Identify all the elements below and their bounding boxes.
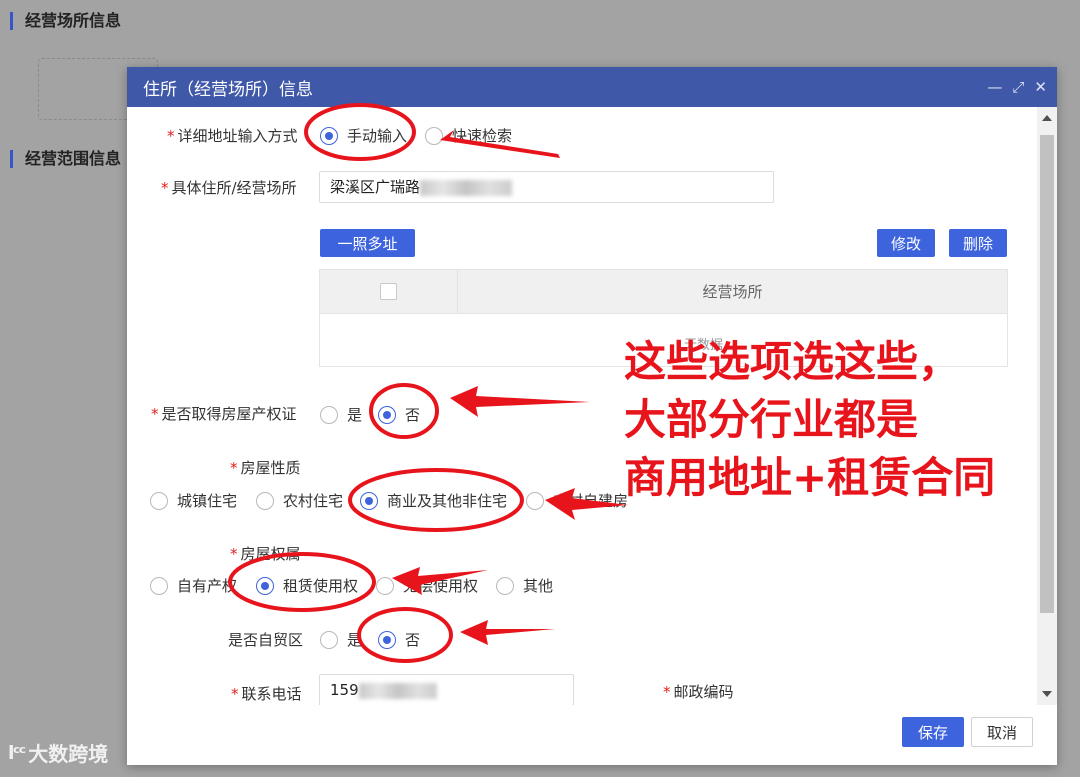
dialog-window-controls: — ⤢ ✕ xyxy=(987,77,1047,97)
radio-checked-icon xyxy=(378,630,396,649)
annotation-line-3: 商用地址+租赁合同 xyxy=(624,453,996,502)
save-button[interactable]: 保存 xyxy=(902,717,964,747)
radio-unchecked-icon xyxy=(256,491,274,510)
radio-quick-search[interactable]: 快速检索 xyxy=(425,125,512,146)
radio-property-cert-yes[interactable]: 是 xyxy=(320,404,362,425)
minimize-icon[interactable]: — xyxy=(987,77,1002,97)
annotation-line-1: 这些选项选这些， xyxy=(624,337,961,386)
section-title-business-scope: 经营范围信息 xyxy=(10,150,121,168)
dialog-header: 住所（经营场所）信息 xyxy=(127,67,1057,107)
radio-unchecked-icon xyxy=(496,576,514,595)
annotation-text: 这些选项选这些， 大部分行业都是 商用地址+租赁合同 xyxy=(624,333,995,507)
table-header: 经营场所 xyxy=(320,270,1007,314)
radio-unchecked-icon xyxy=(150,576,168,595)
radio-unchecked-icon xyxy=(150,491,168,510)
close-icon[interactable]: ✕ xyxy=(1034,77,1047,97)
radio-unchecked-icon xyxy=(425,126,443,145)
radio-checked-icon xyxy=(360,491,378,510)
house-ownership-label: * 房屋权属 xyxy=(230,545,301,563)
annotation-line-2: 大部分行业都是 xyxy=(624,395,919,444)
radio-checked-icon xyxy=(378,405,396,424)
select-all-checkbox[interactable] xyxy=(380,283,397,300)
watermark-text: 大数跨境 xyxy=(28,742,109,766)
radio-free-trade-no[interactable]: 否 xyxy=(378,629,420,650)
radio-checked-icon xyxy=(256,576,274,595)
column-header-business-place: 经营场所 xyxy=(702,283,763,301)
radio-own-property[interactable]: 自有产权 xyxy=(150,575,237,596)
watermark-logo: lᶜᶜ xyxy=(8,741,26,764)
property-cert-label: * 是否取得房屋产权证 xyxy=(151,405,297,423)
radio-free-trade-yes[interactable]: 是 xyxy=(320,629,362,650)
free-trade-label: 是否自贸区 xyxy=(228,631,304,649)
postcode-label: * 邮政编码 xyxy=(663,683,734,701)
radio-urban-residence[interactable]: 城镇住宅 xyxy=(150,490,237,511)
address-mode-label: * 详细地址输入方式 xyxy=(167,127,298,145)
radio-unchecked-icon xyxy=(320,405,338,424)
radio-manual-input[interactable]: 手动输入 xyxy=(320,125,407,146)
dialog-footer: 保存 取消 xyxy=(127,705,1057,765)
maximize-icon[interactable]: ⤢ xyxy=(1012,77,1024,97)
radio-checked-icon xyxy=(320,126,338,145)
scroll-up-icon[interactable] xyxy=(1042,115,1052,121)
address-label: * 具体住所/经营场所 xyxy=(161,179,297,197)
radio-rural-self-built[interactable]: 农村自建房 xyxy=(526,490,628,511)
dialog-scrollbar[interactable] xyxy=(1037,107,1057,705)
radio-other[interactable]: 其他 xyxy=(496,575,553,596)
multi-address-button[interactable]: 一照多址 xyxy=(320,229,415,257)
redacted-blur xyxy=(420,179,513,196)
radio-free-use-right[interactable]: 无偿使用权 xyxy=(376,575,478,596)
section-title-business-place: 经营场所信息 xyxy=(10,12,121,30)
dialog-title: 住所（经营场所）信息 xyxy=(143,79,313,100)
radio-rural-residence[interactable]: 农村住宅 xyxy=(256,490,343,511)
radio-unchecked-icon xyxy=(526,491,544,510)
scroll-down-icon[interactable] xyxy=(1042,691,1052,697)
delete-button[interactable]: 删除 xyxy=(949,229,1007,257)
redacted-blur xyxy=(358,682,437,699)
scroll-thumb[interactable] xyxy=(1040,135,1054,613)
radio-lease-right[interactable]: 租赁使用权 xyxy=(256,575,358,596)
house-nature-label: * 房屋性质 xyxy=(230,459,301,477)
address-input[interactable]: 梁溪区广瑞路 xyxy=(319,171,774,203)
cancel-button[interactable]: 取消 xyxy=(971,717,1033,747)
phone-label: * 联系电话 xyxy=(231,685,302,703)
radio-property-cert-no[interactable]: 否 xyxy=(378,404,420,425)
edit-button[interactable]: 修改 xyxy=(877,229,935,257)
watermark: lᶜᶜ 大数跨境 xyxy=(8,738,108,767)
phone-input[interactable]: 159 xyxy=(319,674,574,705)
radio-unchecked-icon xyxy=(376,576,394,595)
radio-commercial-non-residence[interactable]: 商业及其他非住宅 xyxy=(360,490,507,511)
radio-unchecked-icon xyxy=(320,630,338,649)
